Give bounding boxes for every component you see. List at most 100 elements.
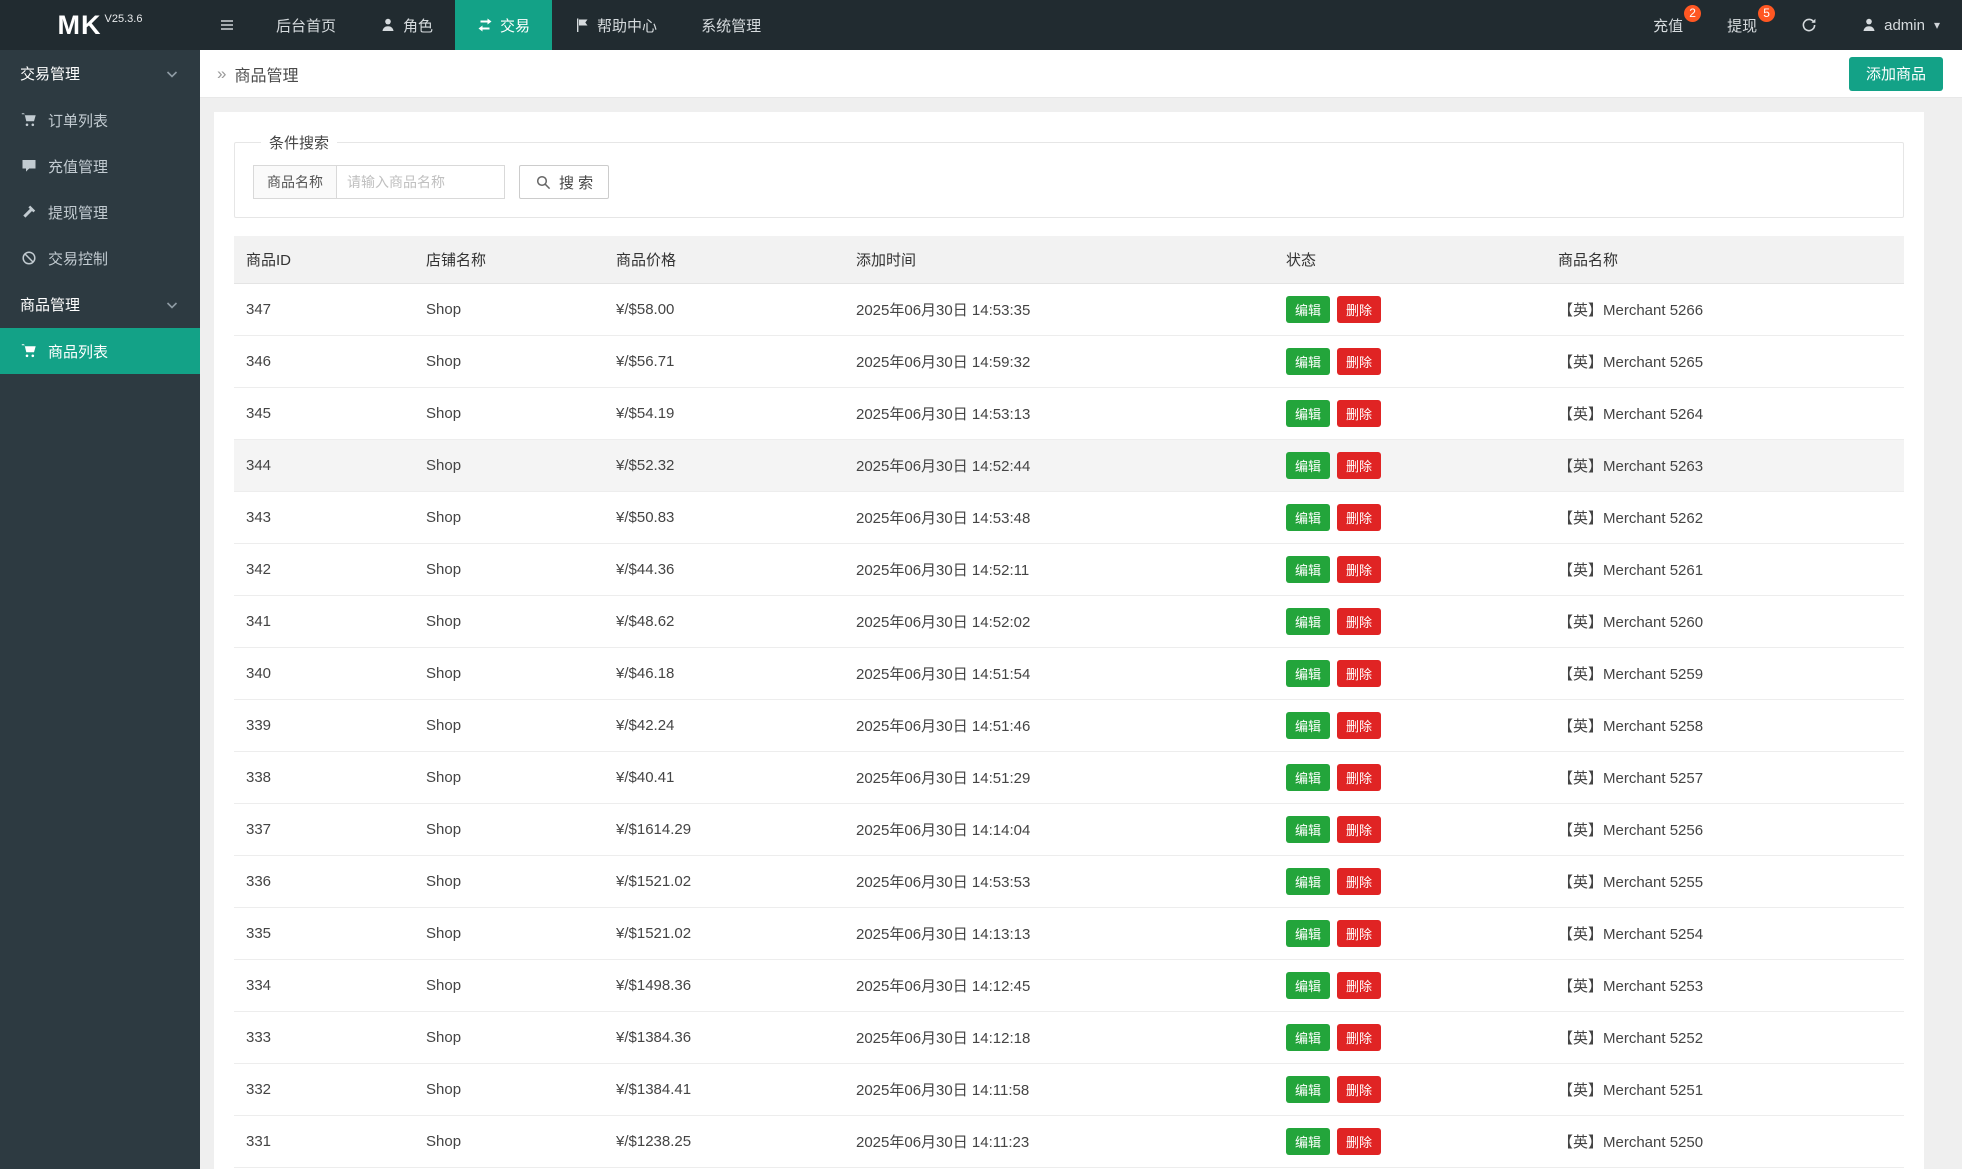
product-name-input[interactable] <box>337 165 505 199</box>
cell-status: 编辑删除 <box>1274 544 1546 596</box>
edit-button[interactable]: 编辑 <box>1286 816 1330 843</box>
delete-button[interactable]: 删除 <box>1337 1024 1381 1051</box>
edit-button[interactable]: 编辑 <box>1286 348 1330 375</box>
cell-product-name: 【英】Merchant 5251 <box>1546 1064 1904 1116</box>
table-row: 332Shop¥/$1384.412025年06月30日 14:11:58编辑删… <box>234 1064 1904 1116</box>
delete-button[interactable]: 删除 <box>1337 348 1381 375</box>
cell-product-id: 331 <box>234 1116 414 1168</box>
delete-button[interactable]: 删除 <box>1337 452 1381 479</box>
ban-icon <box>21 250 37 266</box>
withdraw-label: 提现 <box>1727 15 1757 36</box>
cell-status: 编辑删除 <box>1274 440 1546 492</box>
delete-button[interactable]: 删除 <box>1337 296 1381 323</box>
sidebar-group-label: 商品管理 <box>20 294 80 315</box>
nav-item[interactable]: 角色 <box>358 0 455 50</box>
table-row: 345Shop¥/$54.192025年06月30日 14:53:13编辑删除【… <box>234 388 1904 440</box>
refresh-button[interactable] <box>1779 0 1839 50</box>
delete-button[interactable]: 删除 <box>1337 504 1381 531</box>
edit-button[interactable]: 编辑 <box>1286 660 1330 687</box>
delete-button[interactable]: 删除 <box>1337 1076 1381 1103</box>
sidebar-group-label: 交易管理 <box>20 63 80 84</box>
top-navbar: MK V25.3.6 后台首页角色交易帮助中心系统管理 充值 2 提现 5 ad… <box>0 0 1962 50</box>
cell-price: ¥/$50.83 <box>604 492 844 544</box>
sidebar-item-label: 提现管理 <box>48 202 108 223</box>
delete-button[interactable]: 删除 <box>1337 972 1381 999</box>
nav-item[interactable]: 帮助中心 <box>552 0 679 50</box>
column-header: 商品价格 <box>604 236 844 284</box>
edit-button[interactable]: 编辑 <box>1286 1128 1330 1155</box>
withdraw-nav-item[interactable]: 提现 5 <box>1705 0 1779 50</box>
edit-button[interactable]: 编辑 <box>1286 868 1330 895</box>
table-row: 333Shop¥/$1384.362025年06月30日 14:12:18编辑删… <box>234 1012 1904 1064</box>
cell-added-time: 2025年06月30日 14:11:58 <box>844 1064 1274 1116</box>
sidebar-group-header[interactable]: 交易管理 <box>0 50 200 97</box>
edit-button[interactable]: 编辑 <box>1286 504 1330 531</box>
sidebar-item[interactable]: 商品列表 <box>0 328 200 374</box>
delete-button[interactable]: 删除 <box>1337 556 1381 583</box>
edit-button[interactable]: 编辑 <box>1286 920 1330 947</box>
sidebar-item[interactable]: 订单列表 <box>0 97 200 143</box>
nav-item[interactable]: 后台首页 <box>254 0 358 50</box>
recharge-nav-item[interactable]: 充值 2 <box>1631 0 1705 50</box>
edit-button[interactable]: 编辑 <box>1286 608 1330 635</box>
delete-button[interactable]: 删除 <box>1337 712 1381 739</box>
add-product-button[interactable]: 添加商品 <box>1849 57 1943 91</box>
sidebar-item-label: 交易控制 <box>48 248 108 269</box>
cell-price: ¥/$1521.02 <box>604 908 844 960</box>
sidebar-item[interactable]: 提现管理 <box>0 189 200 235</box>
sidebar-item[interactable]: 充值管理 <box>0 143 200 189</box>
edit-button[interactable]: 编辑 <box>1286 764 1330 791</box>
navbar-right: 充值 2 提现 5 admin ▾ <box>1631 0 1962 50</box>
delete-button[interactable]: 删除 <box>1337 816 1381 843</box>
cell-shop-name: Shop <box>414 544 604 596</box>
delete-button[interactable]: 删除 <box>1337 608 1381 635</box>
cell-status: 编辑删除 <box>1274 856 1546 908</box>
nav-item[interactable]: 交易 <box>455 0 552 50</box>
table-row: 334Shop¥/$1498.362025年06月30日 14:12:45编辑删… <box>234 960 1904 1012</box>
edit-button[interactable]: 编辑 <box>1286 296 1330 323</box>
flag-icon <box>574 17 590 33</box>
edit-button[interactable]: 编辑 <box>1286 400 1330 427</box>
edit-button[interactable]: 编辑 <box>1286 712 1330 739</box>
delete-button[interactable]: 删除 <box>1337 660 1381 687</box>
cell-product-name: 【英】Merchant 5256 <box>1546 804 1904 856</box>
cell-product-id: 340 <box>234 648 414 700</box>
user-icon <box>1861 17 1877 33</box>
breadcrumb: 商品管理 <box>234 62 298 86</box>
cell-status: 编辑删除 <box>1274 648 1546 700</box>
cell-product-id: 341 <box>234 596 414 648</box>
edit-button[interactable]: 编辑 <box>1286 556 1330 583</box>
cell-shop-name: Shop <box>414 388 604 440</box>
cell-product-name: 【英】Merchant 5263 <box>1546 440 1904 492</box>
delete-button[interactable]: 删除 <box>1337 868 1381 895</box>
sidebar-item[interactable]: 交易控制 <box>0 235 200 281</box>
cell-shop-name: Shop <box>414 596 604 648</box>
logo-text: MK <box>58 10 102 41</box>
delete-button[interactable]: 删除 <box>1337 764 1381 791</box>
hammer-icon <box>21 204 37 220</box>
table-row: 344Shop¥/$52.322025年06月30日 14:52:44编辑删除【… <box>234 440 1904 492</box>
delete-button[interactable]: 删除 <box>1337 400 1381 427</box>
cell-status: 编辑删除 <box>1274 284 1546 336</box>
cell-status: 编辑删除 <box>1274 492 1546 544</box>
edit-button[interactable]: 编辑 <box>1286 1076 1330 1103</box>
edit-button[interactable]: 编辑 <box>1286 972 1330 999</box>
user-menu[interactable]: admin ▾ <box>1839 0 1962 50</box>
cell-shop-name: Shop <box>414 1116 604 1168</box>
nav-item[interactable]: 系统管理 <box>679 0 783 50</box>
refresh-icon <box>1801 17 1817 33</box>
delete-button[interactable]: 删除 <box>1337 1128 1381 1155</box>
edit-button[interactable]: 编辑 <box>1286 1024 1330 1051</box>
search-fieldset: 条件搜索 商品名称 搜 索 <box>234 132 1904 218</box>
table-row: 343Shop¥/$50.832025年06月30日 14:53:48编辑删除【… <box>234 492 1904 544</box>
column-header: 添加时间 <box>844 236 1274 284</box>
edit-button[interactable]: 编辑 <box>1286 452 1330 479</box>
delete-button[interactable]: 删除 <box>1337 920 1381 947</box>
cell-shop-name: Shop <box>414 336 604 388</box>
cell-price: ¥/$48.62 <box>604 596 844 648</box>
hamburger-menu-icon[interactable] <box>200 0 254 50</box>
search-button[interactable]: 搜 索 <box>519 165 609 199</box>
cell-product-name: 【英】Merchant 5253 <box>1546 960 1904 1012</box>
cell-status: 编辑删除 <box>1274 596 1546 648</box>
sidebar-group-header[interactable]: 商品管理 <box>0 281 200 328</box>
